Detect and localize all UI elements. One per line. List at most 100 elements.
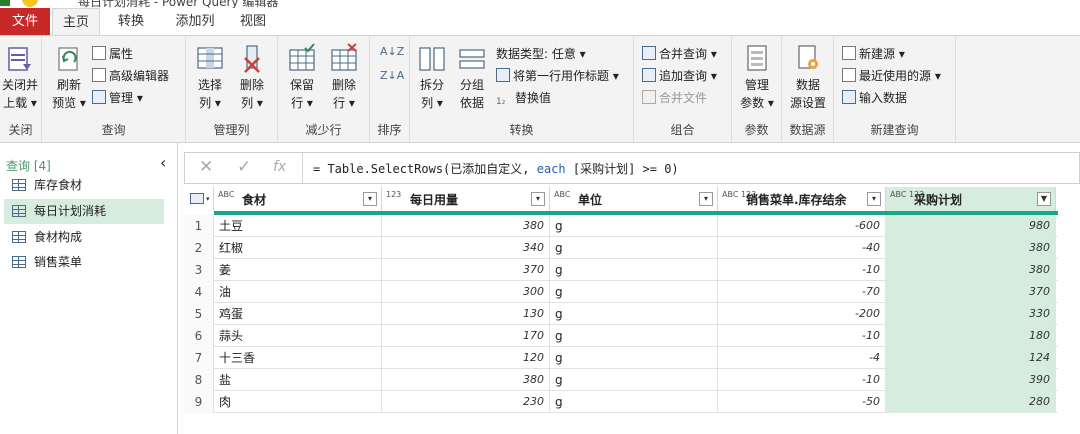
table-cell[interactable]: g (550, 259, 718, 281)
combine-files-button[interactable]: 合并文件 (642, 88, 707, 108)
chevron-down-icon[interactable]: ▾ (363, 192, 377, 206)
sort-descending-icon[interactable]: Z↓A (380, 66, 404, 86)
remove-rows-button[interactable]: 删除 行 ▾ (324, 42, 364, 112)
table-cell[interactable]: 124 (886, 347, 1056, 369)
filter-icon[interactable]: ▼ (1037, 192, 1051, 206)
query-item-ingredients[interactable]: 食材构成 (4, 225, 164, 250)
split-column-button[interactable]: 拆分 列 ▾ (412, 42, 452, 112)
table-row[interactable]: 2 红椒 340 g -40 380 (184, 237, 1058, 259)
table-row[interactable]: 1 土豆 380 g -600 980 (184, 215, 1058, 237)
use-first-row-as-headers-button[interactable]: 将第一行用作标题 ▾ (496, 66, 619, 86)
table-cell[interactable]: 340 (382, 237, 550, 259)
remove-columns-button[interactable]: 删除 列 ▾ (232, 42, 272, 112)
table-cell[interactable]: -10 (718, 259, 886, 281)
append-queries-button[interactable]: 追加查询 ▾ (642, 66, 717, 86)
tab-transform[interactable]: 转换 (106, 8, 156, 35)
advanced-editor-button[interactable]: 高级编辑器 (92, 66, 169, 86)
table-cell[interactable]: 肉 (214, 391, 382, 413)
table-cell[interactable]: 280 (886, 391, 1056, 413)
keep-rows-button[interactable]: 保留 行 ▾ (282, 42, 322, 112)
table-cell[interactable]: g (550, 369, 718, 391)
new-source-button[interactable]: 新建源 ▾ (842, 44, 905, 64)
fx-icon[interactable]: fx (273, 159, 286, 175)
table-cell[interactable]: g (550, 215, 718, 237)
query-item-daily-plan[interactable]: 每日计划消耗 (4, 199, 164, 224)
column-header-stock-balance[interactable]: ABC 123 销售菜单.库存结余 ▾ (718, 187, 886, 211)
tab-view[interactable]: 视图 (230, 8, 276, 35)
enter-data-button[interactable]: 输入数据 (842, 88, 907, 108)
table-cell[interactable]: 980 (886, 215, 1056, 237)
table-cell[interactable]: 370 (886, 281, 1056, 303)
properties-button[interactable]: 属性 (92, 44, 133, 64)
tab-home[interactable]: 主页 (52, 8, 100, 36)
table-cell[interactable]: g (550, 237, 718, 259)
query-item-inventory[interactable]: 库存食材 (4, 173, 164, 198)
query-item-sales-menu[interactable]: 销售菜单 (4, 250, 164, 275)
table-cell[interactable]: g (550, 347, 718, 369)
chevron-down-icon[interactable]: ▾ (699, 192, 713, 206)
table-row[interactable]: 5 鸡蛋 130 g -200 330 (184, 303, 1058, 325)
table-cell[interactable]: 380 (382, 215, 550, 237)
table-cell[interactable]: 380 (382, 369, 550, 391)
table-cell[interactable]: 姜 (214, 259, 382, 281)
replace-values-button[interactable]: 1₂ 替换值 (496, 88, 551, 108)
table-row[interactable]: 4 油 300 g -70 370 (184, 281, 1058, 303)
formula-input[interactable]: = Table.SelectRows(已添加自定义, each [采购计划] >… (313, 160, 679, 177)
table-cell[interactable]: g (550, 303, 718, 325)
table-cell[interactable]: -600 (718, 215, 886, 237)
table-cell[interactable]: 130 (382, 303, 550, 325)
table-cell[interactable]: 蒜头 (214, 325, 382, 347)
table-row[interactable]: 7 十三香 120 g -4 124 (184, 347, 1058, 369)
table-cell[interactable]: 盐 (214, 369, 382, 391)
table-cell[interactable]: 180 (886, 325, 1056, 347)
table-cell[interactable]: 300 (382, 281, 550, 303)
manage-query-button[interactable]: 管理 ▾ (92, 88, 143, 108)
table-cell[interactable]: -200 (718, 303, 886, 325)
chevron-down-icon[interactable]: ▾ (531, 192, 545, 206)
confirm-icon[interactable]: ✓ (237, 157, 251, 177)
table-cell[interactable]: 红椒 (214, 237, 382, 259)
table-row[interactable]: 8 盐 380 g -10 390 (184, 369, 1058, 391)
table-cell[interactable]: -70 (718, 281, 886, 303)
close-load-button[interactable]: 关闭并 上载 ▾ (0, 42, 40, 112)
table-cell[interactable]: 十三香 (214, 347, 382, 369)
chevron-down-icon[interactable]: ▾ (867, 192, 881, 206)
table-cell[interactable]: 380 (886, 237, 1056, 259)
table-cell[interactable]: g (550, 325, 718, 347)
type-icon[interactable]: 123 (386, 190, 401, 199)
table-cell[interactable]: 油 (214, 281, 382, 303)
collapse-pane-icon[interactable]: ‹ (160, 153, 166, 172)
column-header-daily-usage[interactable]: 123 每日用量 ▾ (382, 187, 550, 211)
column-header-ingredient[interactable]: ABC 食材 ▾ (214, 187, 382, 211)
table-cell[interactable]: 330 (886, 303, 1056, 325)
table-cell[interactable]: 鸡蛋 (214, 303, 382, 325)
column-header-unit[interactable]: ABC 单位 ▾ (550, 187, 718, 211)
refresh-preview-button[interactable]: 刷新 预览 ▾ (48, 42, 90, 112)
table-cell[interactable]: 土豆 (214, 215, 382, 237)
table-row[interactable]: 6 蒜头 170 g -10 180 (184, 325, 1058, 347)
table-cell[interactable]: -4 (718, 347, 886, 369)
manage-parameters-button[interactable]: 管理 参数 ▾ (734, 42, 780, 112)
table-cell[interactable]: 380 (886, 259, 1056, 281)
table-cell[interactable]: 120 (382, 347, 550, 369)
table-row[interactable]: 9 肉 230 g -50 280 (184, 391, 1058, 413)
table-cell[interactable]: g (550, 391, 718, 413)
table-cell[interactable]: -40 (718, 237, 886, 259)
table-cell[interactable]: g (550, 281, 718, 303)
feedback-icon[interactable] (22, 0, 38, 7)
table-cell[interactable]: 230 (382, 391, 550, 413)
sort-ascending-icon[interactable]: A↓Z (380, 42, 404, 62)
type-icon[interactable]: ABC (554, 190, 570, 199)
tab-add-column[interactable]: 添加列 (164, 8, 226, 35)
data-source-settings-button[interactable]: 数据 源设置 (784, 42, 832, 112)
cancel-icon[interactable]: ✕ (199, 157, 213, 177)
choose-columns-button[interactable]: 选择 列 ▾ (190, 42, 230, 112)
tab-file[interactable]: 文件 (0, 8, 50, 35)
table-cell[interactable]: 390 (886, 369, 1056, 391)
table-cell[interactable]: -10 (718, 369, 886, 391)
data-type-dropdown[interactable]: 数据类型: 任意 ▾ (496, 44, 586, 64)
table-cell[interactable]: 170 (382, 325, 550, 347)
table-row[interactable]: 3 姜 370 g -10 380 (184, 259, 1058, 281)
table-cell[interactable]: 370 (382, 259, 550, 281)
column-header-purchase-plan[interactable]: ABC 123 采购计划 ▼ (886, 187, 1056, 211)
